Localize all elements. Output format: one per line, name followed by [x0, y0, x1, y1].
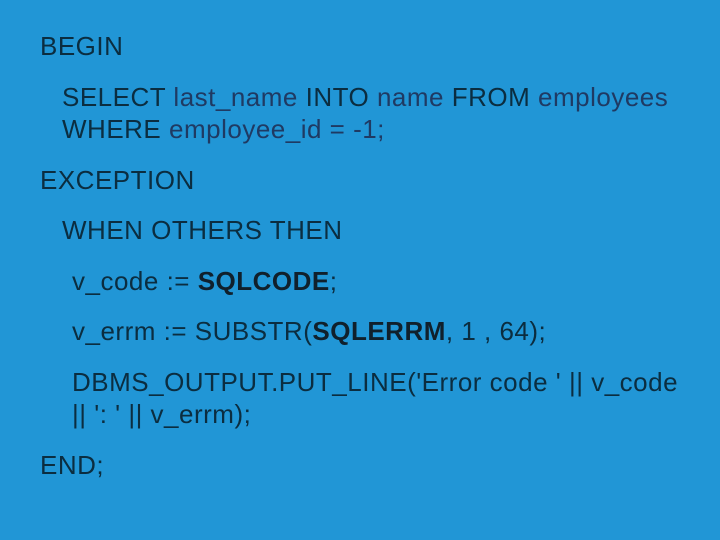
kw-where: WHERE [62, 114, 161, 144]
code-line-sqlcode: v_code := SQLCODE; [40, 265, 680, 298]
id-empid: employee_id = -1; [161, 114, 385, 144]
code-line-end: END; [40, 449, 680, 482]
kw-select: SELECT [62, 82, 166, 112]
code-line-putline: DBMS_OUTPUT.PUT_LINE('Error code ' || v_… [40, 366, 680, 431]
text-vcode: v_code := [72, 266, 198, 296]
code-line-exception: EXCEPTION [40, 164, 680, 197]
slide-content: BEGIN SELECT last_name INTO name FROM em… [0, 0, 720, 540]
kw-sqlerrm: SQLERRM [312, 316, 446, 346]
id-lastname: last_name [166, 82, 306, 112]
kw-from: FROM [452, 82, 531, 112]
kw-into: INTO [306, 82, 370, 112]
text-substrtail: , 1 , 64); [446, 316, 546, 346]
id-name: name [369, 82, 452, 112]
text-verrm: v_errm := SUBSTR( [72, 316, 312, 346]
kw-sqlcode: SQLCODE [198, 266, 330, 296]
code-line-sqlerrm: v_errm := SUBSTR(SQLERRM, 1 , 64); [40, 315, 680, 348]
code-line-begin: BEGIN [40, 30, 680, 63]
id-employees: employees [530, 82, 668, 112]
text-semi1: ; [330, 266, 338, 296]
code-line-select: SELECT last_name INTO name FROM employee… [40, 81, 680, 146]
code-line-whenothers: WHEN OTHERS THEN [40, 214, 680, 247]
